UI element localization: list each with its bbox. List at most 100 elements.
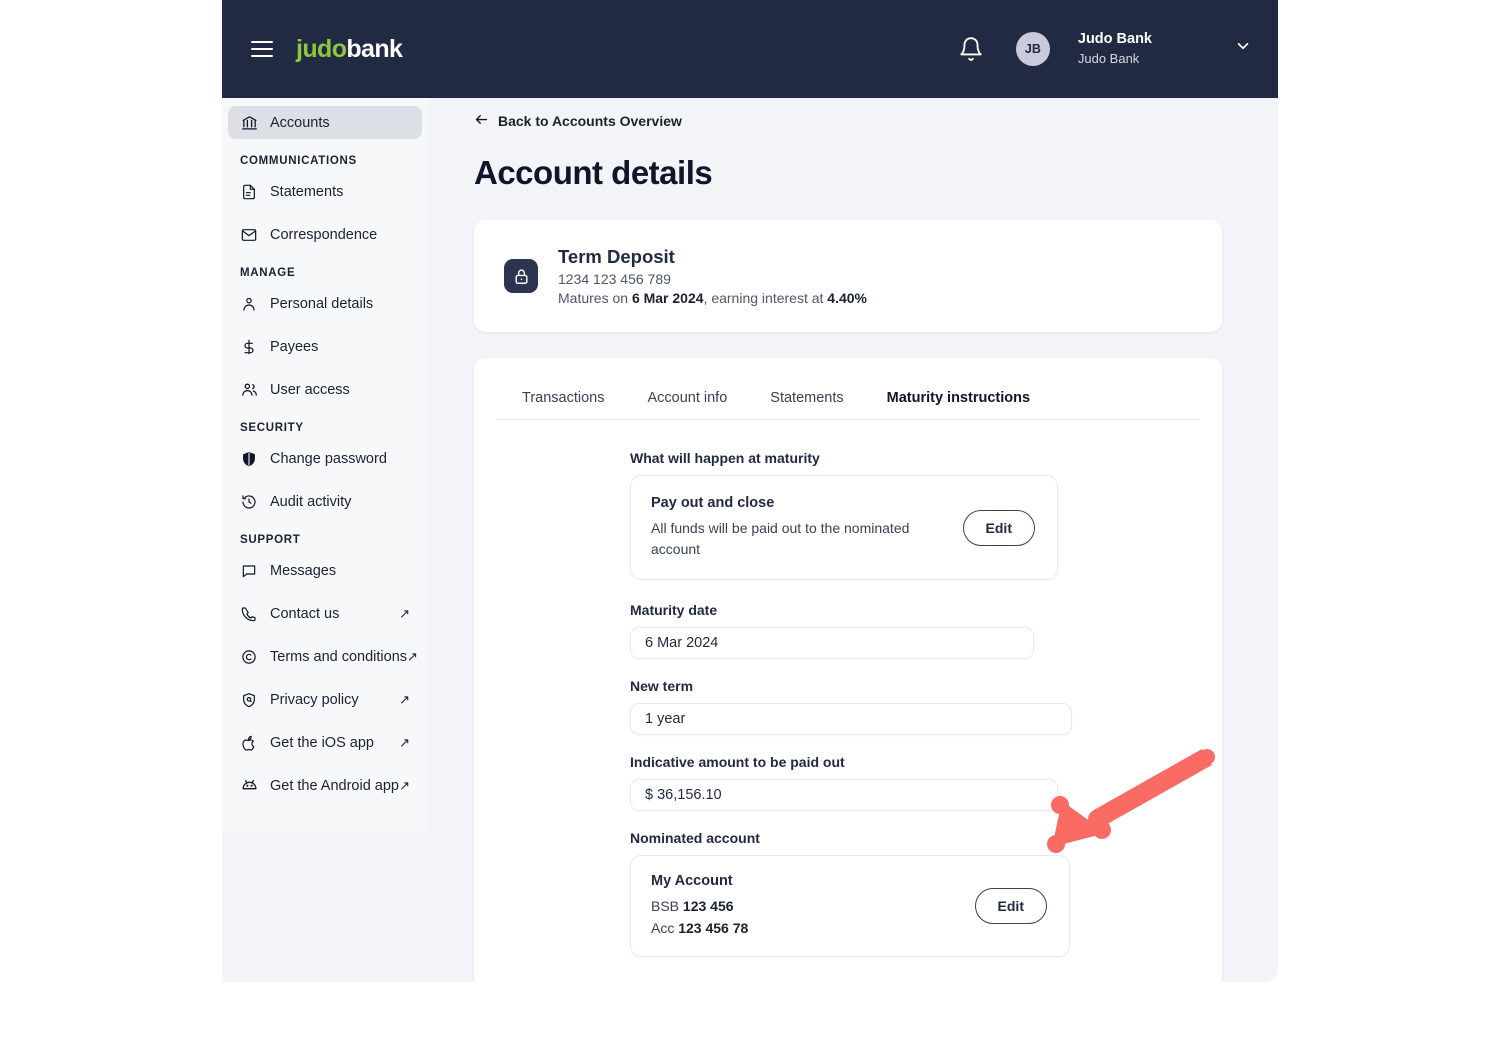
sidebar-item-label: Correspondence — [270, 226, 378, 243]
nominated-account-text-group: My Account BSB 123 456 Acc 123 456 78 — [651, 873, 975, 939]
sidebar-section-security: SECURITY — [240, 422, 304, 434]
sidebar-item-label: Accounts — [270, 114, 330, 131]
external-link-icon: ↗ — [399, 692, 410, 707]
sidebar-item-label: Change password — [270, 450, 387, 467]
account-details-tabs-card: Transactions Account info Statements Mat… — [474, 358, 1222, 982]
top-header-bar: judobank JB Judo Bank Judo Bank — [222, 0, 1278, 98]
sidebar-item-label: Terms and conditions — [270, 648, 408, 665]
account-maturity-line: Matures on 6 Mar 2024, earning interest … — [558, 290, 867, 306]
bank-icon — [240, 114, 258, 132]
chat-bubble-icon — [240, 562, 258, 580]
external-link-icon: ↗ — [407, 649, 418, 664]
maturity-instructions-panel: What will happen at maturity Pay out and… — [474, 420, 1222, 958]
android-icon — [240, 777, 258, 795]
back-link-label: Back to Accounts Overview — [498, 113, 682, 129]
edit-nominated-account-button[interactable]: Edit — [974, 888, 1047, 925]
account-number: 1234 123 456 789 — [558, 271, 671, 287]
notification-bell-icon[interactable] — [958, 36, 984, 62]
tab-account-info[interactable]: Account info — [647, 390, 727, 419]
sidebar-item-audit-activity[interactable]: Audit activity — [228, 485, 422, 518]
sidebar-item-personal-details[interactable]: Personal details — [228, 287, 422, 320]
sidebar-item-contact-us[interactable]: Contact us ↗ — [228, 597, 422, 630]
account-summary-text: Term Deposit 1234 123 456 789 Matures on… — [558, 246, 867, 306]
instruction-description: All funds will be paid out to the nomina… — [651, 520, 910, 557]
envelope-icon — [240, 226, 258, 244]
back-to-accounts-link[interactable]: Back to Accounts Overview — [474, 112, 682, 130]
what-happens-label: What will happen at maturity — [630, 450, 820, 466]
maturity-date-value: 6 Mar 2024 — [631, 290, 704, 306]
acc-label: Acc — [651, 919, 679, 936]
sidebar-item-correspondence[interactable]: Correspondence — [228, 218, 422, 251]
sidebar-item-label: Messages — [270, 562, 337, 579]
sidebar-item-user-access[interactable]: User access — [228, 373, 422, 406]
sidebar-item-label: Get the iOS app — [270, 734, 374, 751]
app-window: judobank JB Judo Bank Judo Bank Accounts… — [222, 0, 1278, 982]
header-right-group: JB Judo Bank Judo Bank — [958, 30, 1278, 67]
arrow-left-icon — [474, 112, 489, 130]
new-term-input[interactable]: 1 year — [630, 703, 1072, 735]
logo-text-judo: judo — [296, 34, 347, 63]
privacy-shield-icon — [240, 691, 258, 709]
phone-icon — [240, 605, 258, 623]
copyright-icon — [240, 648, 258, 666]
maturity-prefix: Matures on — [558, 290, 632, 306]
sidebar-section-communications: COMMUNICATIONS — [240, 155, 357, 167]
chevron-down-icon[interactable] — [1234, 37, 1252, 60]
sidebar-item-statements[interactable]: Statements — [228, 175, 422, 208]
user-name: Judo Bank — [1077, 31, 1152, 48]
document-icon — [240, 183, 258, 201]
sidebar-item-label: Statements — [270, 183, 344, 200]
interest-rate-value: 4.40% — [827, 290, 867, 306]
sidebar-item-accounts[interactable]: Accounts — [228, 106, 422, 139]
sidebar-navigation: Accounts COMMUNICATIONS Statements Corre… — [222, 98, 428, 832]
account-summary-card: Term Deposit 1234 123 456 789 Matures on… — [474, 220, 1222, 332]
instruction-title: Pay out and close — [651, 495, 775, 511]
logo-text-bank: bank — [346, 34, 403, 63]
padlock-icon — [504, 259, 538, 293]
maturity-date-input[interactable]: 6 Mar 2024 — [630, 627, 1034, 659]
sidebar-item-payees[interactable]: Payees — [228, 330, 422, 363]
sidebar-item-label: Contact us — [270, 605, 340, 622]
maturity-instruction-card: Pay out and close All funds will be paid… — [630, 475, 1058, 580]
maturity-middle: , earning interest at — [703, 290, 828, 306]
sidebar-item-privacy-policy[interactable]: Privacy policy ↗ — [228, 683, 422, 716]
sidebar-item-label: Privacy policy — [270, 691, 359, 708]
people-icon — [240, 381, 258, 399]
sidebar-item-label: Personal details — [270, 295, 374, 312]
hamburger-menu-icon[interactable] — [251, 41, 273, 57]
avatar[interactable]: JB — [1015, 31, 1050, 66]
nominated-acc-line: Acc 123 456 78 — [651, 918, 965, 940]
sidebar-item-label: Get the Android app — [270, 777, 399, 794]
indicative-amount-input[interactable]: $ 36,156.10 — [630, 779, 1058, 811]
external-link-icon: ↗ — [399, 735, 410, 750]
dollar-icon — [240, 338, 258, 356]
edit-maturity-instruction-button[interactable]: Edit — [962, 509, 1035, 546]
sidebar-item-label: Audit activity — [270, 493, 352, 510]
tab-maturity-instructions[interactable]: Maturity instructions — [887, 390, 1030, 419]
nominated-account-card: My Account BSB 123 456 Acc 123 456 78 Ed… — [630, 855, 1070, 958]
page-title: Account details — [474, 154, 713, 191]
sidebar-item-change-password[interactable]: Change password — [228, 442, 422, 475]
sidebar-item-messages[interactable]: Messages — [228, 554, 422, 587]
external-link-icon: ↗ — [399, 778, 410, 793]
sidebar-section-manage: MANAGE — [240, 267, 296, 279]
sidebar-item-label: Payees — [270, 338, 319, 355]
sidebar-item-get-the-android-app[interactable]: Get the Android app ↗ — [228, 769, 422, 802]
apple-icon — [240, 734, 258, 752]
sidebar-item-label: User access — [270, 381, 350, 398]
nominated-account-name: My Account — [651, 873, 733, 889]
judobank-logo[interactable]: judobank — [296, 34, 403, 64]
indicative-amount-label: Indicative amount to be paid out — [630, 754, 845, 770]
tab-statements[interactable]: Statements — [770, 390, 843, 419]
sidebar-item-terms-and-conditions[interactable]: Terms and conditions ↗ — [228, 640, 422, 673]
sidebar-item-get-the-ios-app[interactable]: Get the iOS app ↗ — [228, 726, 422, 759]
tab-transactions[interactable]: Transactions — [522, 390, 604, 419]
main-content: Back to Accounts Overview Account detail… — [428, 98, 1278, 982]
user-org: Judo Bank — [1077, 51, 1140, 66]
user-info: Judo Bank Judo Bank — [1078, 30, 1152, 67]
sidebar-section-support: SUPPORT — [240, 534, 301, 546]
tab-bar: Transactions Account info Statements Mat… — [496, 358, 1200, 420]
nominated-account-label: Nominated account — [630, 830, 760, 846]
maturity-date-label: Maturity date — [630, 602, 718, 618]
acc-value: 123 456 78 — [678, 919, 749, 936]
